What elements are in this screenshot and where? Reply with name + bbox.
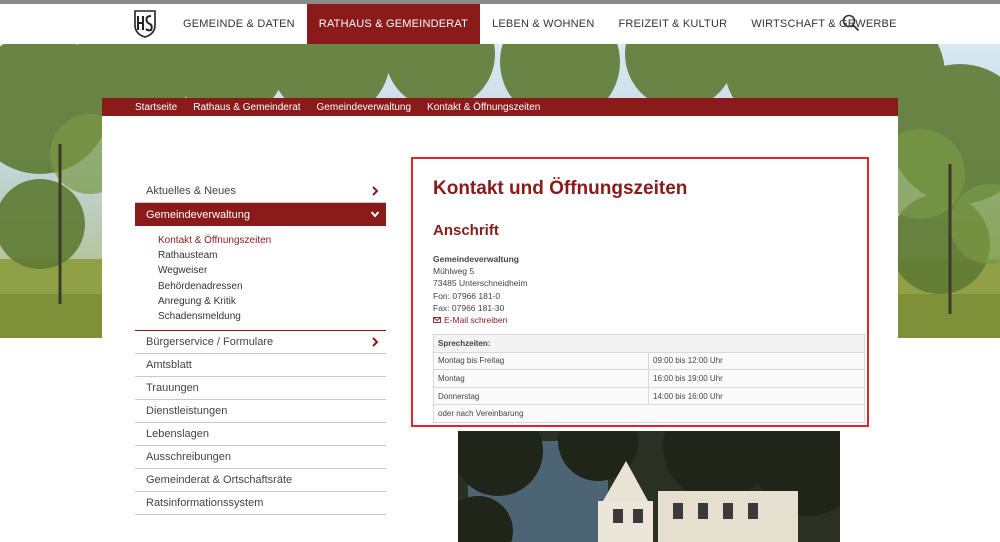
email-link[interactable]: E-Mail schreiben xyxy=(433,314,528,326)
submenu-item-rathausteam[interactable]: Rathausteam xyxy=(158,248,386,263)
breadcrumb-rathaus-gemeinderat[interactable]: Rathaus & Gemeinderat xyxy=(193,102,300,113)
coat-of-arms-logo[interactable] xyxy=(134,10,156,38)
breadcrumb-gemeindeverwaltung[interactable]: Gemeindeverwaltung xyxy=(317,102,412,113)
sidebar-item-ausschreibungen[interactable]: Ausschreibungen xyxy=(135,446,386,470)
address-street: Mühlweg 5 xyxy=(433,266,475,277)
submenu-item-schadensmeldung[interactable]: Schadensmeldung xyxy=(158,309,386,324)
office-hours-table: Sprechzeiten: Montag bis Freitag 09:00 b… xyxy=(433,334,865,423)
table-row: Montag bis Freitag 09:00 bis 12:00 Uhr xyxy=(433,351,865,371)
sidebar-item-label: Ausschreibungen xyxy=(146,451,232,464)
sidebar-item-label: Trauungen xyxy=(146,382,199,395)
hours-day: Montag xyxy=(433,369,649,388)
sidebar-item-label: Gemeinderat & Ortschaftsräte xyxy=(146,474,293,487)
address-fax: Fax: 07966 181-30 xyxy=(433,302,505,313)
nav-leben-wohnen[interactable]: LEBEN & WOHNEN xyxy=(480,4,606,44)
nav-gemeinde-daten[interactable]: GEMEINDE & DATEN xyxy=(171,4,307,44)
email-link-label: E-Mail schreiben xyxy=(444,315,508,326)
sidebar-item-gemeinderat[interactable]: Gemeinderat & Ortschaftsräte xyxy=(135,469,386,493)
sidebar-item-gemeindeverwaltung[interactable]: Gemeindeverwaltung xyxy=(135,203,386,226)
search-icon[interactable] xyxy=(842,14,860,32)
content-panel: Startseite Rathaus & Gemeinderat Gemeind… xyxy=(102,98,898,542)
sidebar-item-lebenslagen[interactable]: Lebenslagen xyxy=(135,423,386,447)
table-row: Sprechzeiten: xyxy=(433,334,865,353)
town-hall-photo xyxy=(458,431,840,542)
nav-freizeit-kultur[interactable]: FREIZEIT & KULTUR xyxy=(607,4,740,44)
office-hours-footer: oder nach Vereinbarung xyxy=(433,404,865,423)
office-hours-header: Sprechzeiten: xyxy=(433,334,865,353)
sidebar-submenu: Kontakt & Öffnungszeiten Rathausteam Weg… xyxy=(135,226,386,332)
main-navigation: GEMEINDE & DATEN RATHAUS & GEMEINDERAT L… xyxy=(171,4,909,44)
envelope-icon xyxy=(433,317,441,324)
site-header: GEMEINDE & DATEN RATHAUS & GEMEINDERAT L… xyxy=(0,4,1000,44)
hours-day: Montag bis Freitag xyxy=(433,351,649,371)
sidebar-item-buergerservice[interactable]: Bürgerservice / Formulare xyxy=(135,331,386,355)
section-title-anschrift: Anschrift xyxy=(433,222,499,239)
sidebar-item-aktuelles[interactable]: Aktuelles & Neues xyxy=(135,180,386,203)
sidebar-item-label: Ratsinformationssystem xyxy=(146,497,264,510)
chevron-right-icon xyxy=(372,337,379,347)
sidebar-item-ratsinformationssystem[interactable]: Ratsinformationssystem xyxy=(135,492,386,516)
sidebar-item-label: Gemeindeverwaltung xyxy=(146,208,250,221)
submenu-item-anregung-kritik[interactable]: Anregung & Kritik xyxy=(158,294,386,309)
sidebar-item-label: Lebenslagen xyxy=(146,428,210,441)
hours-time: 14:00 bis 16:00 Uhr xyxy=(648,386,865,406)
table-row: Montag 16:00 bis 19:00 Uhr xyxy=(433,369,865,388)
chevron-right-icon xyxy=(372,186,379,196)
sidebar-item-dienstleistungen[interactable]: Dienstleistungen xyxy=(135,400,386,424)
breadcrumb-startseite[interactable]: Startseite xyxy=(135,102,177,113)
hours-day: Donnerstag xyxy=(433,386,649,406)
breadcrumb-kontakt[interactable]: Kontakt & Öffnungszeiten xyxy=(427,102,540,113)
table-row: Donnerstag 14:00 bis 16:00 Uhr xyxy=(433,386,865,406)
contact-section: Kontakt und Öffnungszeiten Anschrift Gem… xyxy=(411,157,869,427)
address-phone: Fon: 07966 181-0 xyxy=(433,290,501,301)
sidebar-item-label: Amtsblatt xyxy=(146,359,192,372)
sidebar-item-label: Aktuelles & Neues xyxy=(146,185,236,197)
nav-wirtschaft-gewerbe[interactable]: WIRTSCHAFT & GEWERBE xyxy=(739,4,908,44)
submenu-item-behoerdenadressen[interactable]: Behördenadressen xyxy=(158,279,386,294)
hours-time: 16:00 bis 19:00 Uhr xyxy=(648,369,865,388)
sidebar-item-label: Bürgerservice / Formulare xyxy=(146,336,274,349)
sidebar-item-trauungen[interactable]: Trauungen xyxy=(135,377,386,401)
submenu-item-kontakt[interactable]: Kontakt & Öffnungszeiten xyxy=(158,233,386,248)
chevron-down-icon xyxy=(370,211,380,218)
breadcrumb: Startseite Rathaus & Gemeinderat Gemeind… xyxy=(102,98,898,116)
sidebar-item-label: Dienstleistungen xyxy=(146,405,228,418)
sidebar-item-amtsblatt[interactable]: Amtsblatt xyxy=(135,354,386,378)
page-title: Kontakt und Öffnungszeiten xyxy=(433,178,688,199)
address-org: Gemeindeverwaltung xyxy=(433,254,519,264)
address-block: Gemeindeverwaltung Mühlweg 5 73485 Unter… xyxy=(433,253,528,326)
sidebar-navigation: Aktuelles & Neues Gemeindeverwaltung Kon… xyxy=(135,180,386,516)
submenu-item-wegweiser[interactable]: Wegweiser xyxy=(158,263,386,278)
address-city: 73485 Unterschneidheim xyxy=(433,278,528,289)
nav-rathaus-gemeinderat[interactable]: RATHAUS & GEMEINDERAT xyxy=(306,4,481,44)
hours-time: 09:00 bis 12:00 Uhr xyxy=(648,351,865,371)
table-row: oder nach Vereinbarung xyxy=(433,404,865,423)
